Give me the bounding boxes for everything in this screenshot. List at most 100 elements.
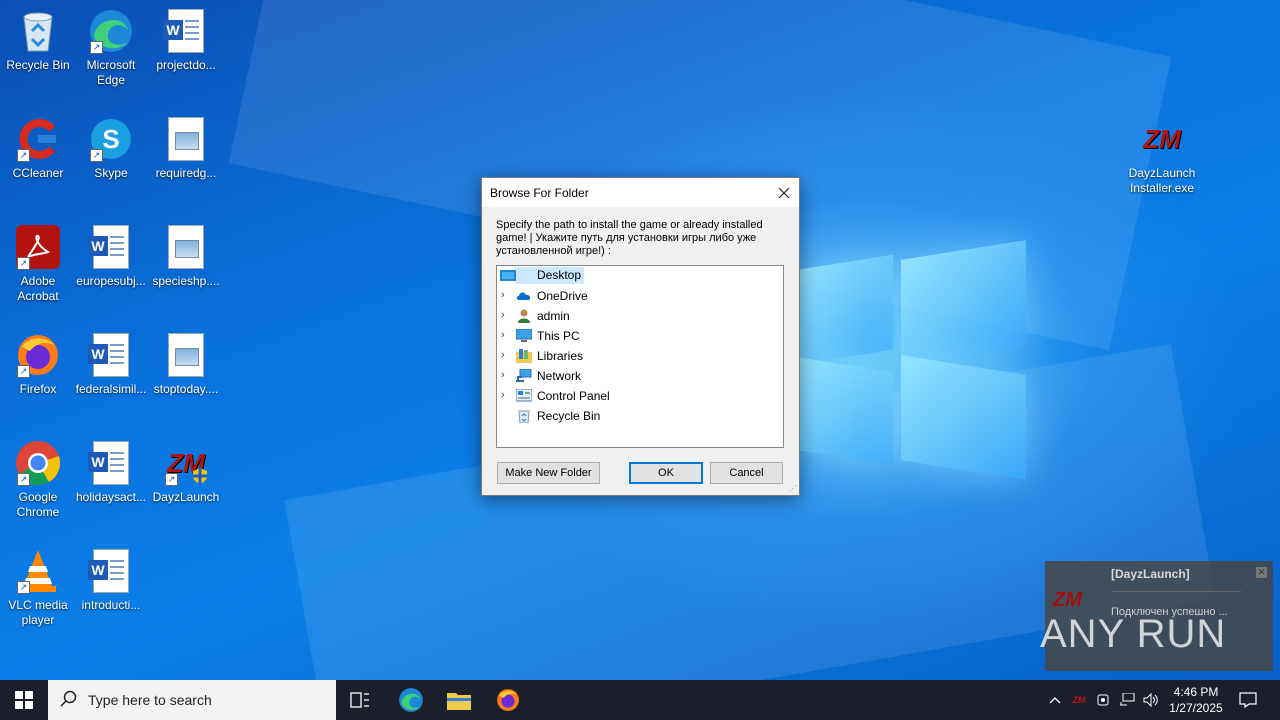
- tree-item-onedrive[interactable]: › OneDrive: [497, 286, 783, 306]
- cancel-button[interactable]: Cancel: [710, 462, 783, 484]
- search-icon: [60, 690, 77, 707]
- desktop-icon-word-europesubj[interactable]: W europesubj...: [73, 224, 149, 289]
- tree-item-label: OneDrive: [537, 289, 588, 303]
- desktop-icon-image-stoptoday[interactable]: stoptoday....: [148, 332, 224, 397]
- shortcut-arrow-icon: ↗: [165, 473, 178, 486]
- shortcut-arrow-icon: ↗: [17, 473, 30, 486]
- expand-chevron-icon[interactable]: ›: [501, 369, 505, 381]
- icon-label: Skype: [94, 166, 128, 180]
- desktop-icon-adobe-acrobat[interactable]: ↗ Adobe Acrobat: [0, 224, 76, 304]
- desktop-icon-firefox[interactable]: ↗ Firefox: [0, 332, 76, 397]
- desktop-icon-word-projectdo[interactable]: W projectdo...: [148, 8, 224, 73]
- task-view-button[interactable]: [336, 680, 384, 720]
- close-icon: [778, 187, 790, 198]
- chrome-icon: ↗: [15, 440, 61, 486]
- tree-item-network[interactable]: › Network: [497, 366, 783, 386]
- firefox-icon: ↗: [15, 332, 61, 378]
- tree-item-recycle-bin[interactable]: Recycle Bin: [497, 406, 783, 426]
- desktop-icon-word-federalsimil[interactable]: W federalsimil...: [73, 332, 149, 397]
- taskbar: Type here to search ZM 4:46 PM 1/27/2025: [0, 680, 1280, 720]
- tray-network[interactable]: [1117, 680, 1137, 720]
- icon-label: projectdo...: [156, 58, 216, 72]
- anyrun-watermark: ANY RUN: [1040, 612, 1227, 656]
- shortcut-arrow-icon: ↗: [17, 581, 30, 594]
- taskbar-clock[interactable]: 4:46 PM 1/27/2025: [1166, 684, 1226, 716]
- taskbar-search-box[interactable]: Type here to search: [48, 680, 336, 720]
- desktop-icon-word-introducti[interactable]: W introducti...: [73, 548, 149, 613]
- dayzlaunch-zm-icon: ZM ↗: [163, 440, 209, 486]
- taskbar-firefox-button[interactable]: [484, 680, 532, 720]
- icon-label: Recycle Bin: [6, 58, 70, 72]
- desktop-icon-microsoft-edge[interactable]: ↗ Microsoft Edge: [73, 8, 149, 88]
- desktop-icon-recycle-bin[interactable]: Recycle Bin: [0, 8, 76, 73]
- icon-label: Firefox: [19, 382, 57, 396]
- edge-icon: ↗: [88, 8, 134, 54]
- tree-item-label: Recycle Bin: [537, 409, 601, 423]
- dayzlaunch-zm-icon: ZM: [1143, 123, 1181, 154]
- tray-dayzlaunch[interactable]: ZM: [1068, 680, 1090, 720]
- notification-close-icon[interactable]: ✕: [1256, 567, 1267, 578]
- taskbar-file-explorer-button[interactable]: [435, 680, 483, 720]
- word-document-icon: W: [88, 332, 134, 378]
- taskbar-edge-button[interactable]: [387, 680, 435, 720]
- tree-item-control-panel[interactable]: › Control Panel: [497, 386, 783, 406]
- icon-label: holidaysact...: [75, 490, 147, 504]
- desktop-icon-word-holidaysact[interactable]: W holidaysact...: [73, 440, 149, 505]
- close-button[interactable]: [769, 178, 799, 207]
- vlc-cone-icon: ↗: [15, 548, 61, 594]
- shortcut-arrow-icon: ↗: [90, 149, 103, 162]
- tree-item-label: Desktop: [515, 267, 585, 284]
- desktop-icon-vlc[interactable]: ↗ VLC media player: [0, 548, 76, 628]
- tree-item-desktop[interactable]: Desktop: [497, 266, 783, 286]
- dialog-title-bar[interactable]: Browse For Folder: [482, 178, 799, 207]
- task-view-icon: [350, 692, 369, 708]
- clock-time: 4:46 PM: [1173, 685, 1219, 699]
- icon-label: introducti...: [81, 598, 141, 612]
- start-button[interactable]: [0, 680, 48, 720]
- ccleaner-icon: ↗: [15, 116, 61, 162]
- notification-title: [DayzLaunch]: [1111, 567, 1190, 581]
- icon-label: requiredg...: [155, 166, 217, 180]
- recycle-bin-icon: [15, 8, 61, 54]
- action-center-button[interactable]: [1234, 680, 1262, 720]
- notification-divider: [1111, 591, 1241, 592]
- desktop-icon-dayzlaunch[interactable]: ZM ↗ DayzLaunch: [148, 440, 224, 505]
- tree-item-label: Control Panel: [537, 389, 610, 403]
- show-hidden-icons-button[interactable]: [1046, 680, 1064, 720]
- zm-tray-icon: ZM: [1072, 695, 1086, 705]
- shortcut-arrow-icon: ↗: [17, 257, 30, 270]
- expand-chevron-icon[interactable]: ›: [501, 309, 505, 321]
- icon-label: Adobe Acrobat: [17, 274, 59, 303]
- tray-volume[interactable]: [1141, 680, 1161, 720]
- edge-icon: [399, 688, 423, 712]
- icon-label: federalsimil...: [75, 382, 147, 396]
- expand-chevron-icon[interactable]: ›: [501, 349, 505, 361]
- word-document-icon: W: [163, 8, 209, 54]
- ok-button[interactable]: OK: [629, 462, 703, 484]
- resize-grip-icon[interactable]: ⋰: [789, 484, 797, 493]
- clock-date: 1/27/2025: [1169, 701, 1223, 715]
- tray-meet-now[interactable]: [1093, 680, 1113, 720]
- desktop-icon-dayzlaunch-installer[interactable]: ZM DayzLaunch Installer.exe: [1124, 116, 1200, 196]
- recycle-bin-icon: [518, 410, 530, 423]
- expand-chevron-icon[interactable]: ›: [501, 389, 505, 401]
- control-panel-icon: [516, 389, 532, 402]
- expand-chevron-icon[interactable]: ›: [501, 329, 505, 341]
- tree-item-admin[interactable]: › admin: [497, 306, 783, 326]
- image-file-icon: [163, 224, 209, 270]
- expand-chevron-icon[interactable]: ›: [501, 289, 505, 301]
- skype-icon: S ↗: [88, 116, 134, 162]
- folder-tree[interactable]: Desktop › OneDrive › admin › This PC › L…: [496, 265, 784, 448]
- icon-label: VLC media player: [8, 598, 68, 627]
- desktop-icon-ccleaner[interactable]: ↗ CCleaner: [0, 116, 76, 181]
- user-icon: [518, 309, 530, 323]
- make-new-folder-button[interactable]: Make New Folder: [497, 462, 600, 484]
- desktop-icon: [500, 270, 516, 281]
- desktop-icon-image-specieshp[interactable]: specieshp....: [148, 224, 224, 289]
- tree-item-this-pc[interactable]: › This PC: [497, 326, 783, 346]
- desktop-icon-skype[interactable]: S ↗ Skype: [73, 116, 149, 181]
- desktop-icon-google-chrome[interactable]: ↗ Google Chrome: [0, 440, 76, 520]
- tree-item-libraries[interactable]: › Libraries: [497, 346, 783, 366]
- onedrive-icon: [516, 292, 531, 300]
- desktop-icon-image-requiredg[interactable]: requiredg...: [148, 116, 224, 181]
